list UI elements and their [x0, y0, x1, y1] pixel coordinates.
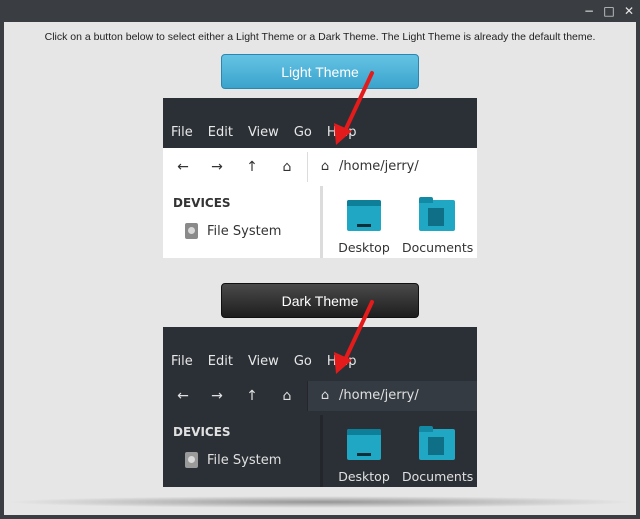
menu-file: File [171, 125, 193, 140]
footer-shadow [4, 496, 636, 508]
file-view: Desktop Documents [323, 415, 477, 487]
home-icon: ⌂ [320, 388, 330, 403]
theme-selector-window: − □ ✕ Click on a button below to select … [0, 0, 640, 519]
arrow-up-icon: ↑ [246, 159, 258, 175]
dark-theme-preview: File Edit View Go Help ← → ↑ ⌂ ⌂ /home/j… [163, 327, 477, 487]
sidebar-item-label: File System [207, 223, 282, 239]
file-item-label: Documents [402, 240, 474, 255]
drive-icon [185, 452, 198, 468]
sidebar: DEVICES File System [163, 415, 320, 487]
path-text: /home/jerry/ [339, 159, 419, 174]
home-icon: ⌂ [282, 388, 292, 404]
dark-theme-button[interactable]: Dark Theme [221, 283, 419, 318]
instructions-text: Click on a button below to select either… [44, 31, 596, 43]
titlebar: − □ ✕ [0, 0, 640, 22]
arrow-up-icon: ↑ [246, 388, 258, 404]
desktop-folder-icon [347, 429, 381, 460]
sidebar-item-label: File System [207, 452, 282, 468]
light-theme-button[interactable]: Light Theme [221, 54, 419, 89]
drive-icon [185, 223, 198, 239]
devices-heading: DEVICES [173, 196, 231, 210]
path-text: /home/jerry/ [339, 388, 419, 403]
menu-go: Go [293, 354, 312, 369]
menu-view: View [247, 354, 279, 369]
minimize-icon[interactable]: − [581, 3, 597, 19]
toolbar: ← → ↑ ⌂ ⌂ /home/jerry/ [163, 148, 477, 186]
devices-heading: DEVICES [173, 425, 231, 439]
maximize-icon[interactable]: □ [601, 3, 617, 19]
file-view: Desktop Documents [323, 186, 477, 258]
home-icon: ⌂ [282, 159, 292, 175]
sidebar-item-file-system: File System [185, 451, 281, 469]
toolbar: ← → ↑ ⌂ ⌂ /home/jerry/ [163, 377, 477, 415]
preview-header: File Edit View Go Help [163, 98, 477, 148]
path-bar: ⌂ /home/jerry/ [308, 152, 477, 182]
file-item-label: Desktop [338, 240, 390, 255]
documents-folder-icon [419, 426, 455, 460]
light-theme-preview: File Edit View Go Help ← → ↑ ⌂ ⌂ /home/j… [163, 98, 477, 258]
close-icon[interactable]: ✕ [621, 3, 637, 19]
menu-view: View [247, 125, 279, 140]
menu-go: Go [293, 125, 312, 140]
menu-file: File [171, 354, 193, 369]
preview-header: File Edit View Go Help [163, 327, 477, 377]
file-item-label: Desktop [338, 469, 390, 484]
arrow-right-icon: → [211, 159, 223, 175]
red-arrow-icon [334, 300, 374, 374]
sidebar: DEVICES File System [163, 186, 320, 258]
arrow-left-icon: ← [177, 388, 189, 404]
desktop-folder-icon [347, 200, 381, 231]
dialog-content: Click on a button below to select either… [4, 22, 636, 515]
file-item-label: Documents [402, 469, 474, 484]
sidebar-item-file-system: File System [185, 222, 281, 240]
menu-edit: Edit [207, 354, 233, 369]
documents-folder-icon [419, 197, 455, 231]
arrow-left-icon: ← [177, 159, 189, 175]
menu-edit: Edit [207, 125, 233, 140]
red-arrow-icon [334, 71, 374, 145]
arrow-right-icon: → [211, 388, 223, 404]
home-icon: ⌂ [320, 159, 330, 174]
path-bar: ⌂ /home/jerry/ [308, 381, 477, 411]
